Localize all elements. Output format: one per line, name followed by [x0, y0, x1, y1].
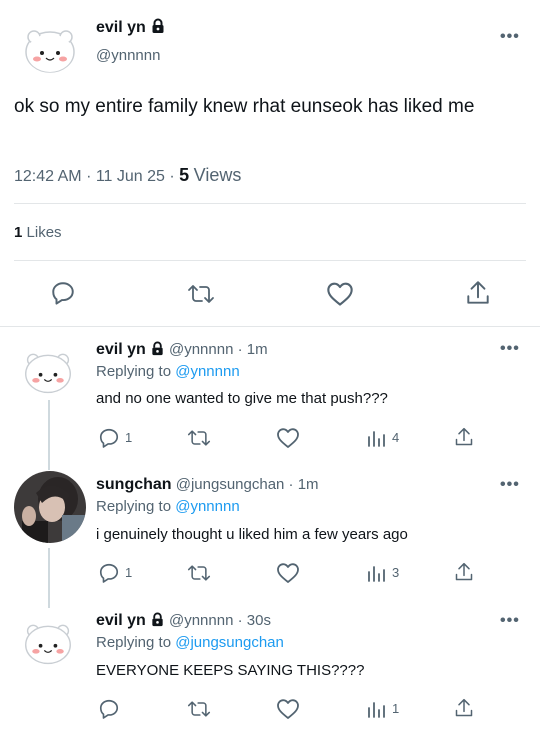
cat-avatar-icon [25, 30, 75, 73]
main-author-handle[interactable]: @ynnnnn [96, 47, 160, 64]
more-icon[interactable]: ••• [500, 476, 520, 494]
divider [14, 203, 526, 204]
like-icon[interactable] [276, 698, 300, 720]
replying-to-label: Replying to [96, 363, 172, 380]
likes-label: Likes [26, 224, 62, 241]
replying-to: Replying to @ynnnnn [96, 498, 240, 515]
thread-line [48, 548, 50, 608]
reply-count: 1 [125, 430, 133, 445]
replying-to-label: Replying to [96, 634, 172, 651]
reply-header: evil yn @ynnnnn · 30s [96, 612, 271, 631]
reply-text: EVERYONE KEEPS SAYING THIS???? [96, 662, 365, 679]
share-icon[interactable] [454, 697, 474, 719]
likes-count: 1 [14, 224, 23, 241]
cat-avatar-icon [25, 353, 71, 394]
reply-count: 1 [125, 565, 133, 580]
main-author-name[interactable]: evil yn [96, 19, 146, 36]
reply-author-handle[interactable]: @jungsungchan [176, 476, 285, 493]
reply-author-handle[interactable]: @ynnnnn [169, 341, 233, 358]
likes-stat[interactable]: 1 Likes [14, 224, 62, 241]
more-icon[interactable]: ••• [500, 340, 520, 358]
reply-time[interactable]: 1m [247, 341, 268, 358]
thread-line [48, 400, 50, 470]
more-icon[interactable]: ••• [500, 612, 520, 630]
lock-icon [150, 612, 165, 631]
tweet-date[interactable]: 11 Jun 25 [96, 168, 165, 185]
replying-to-label: Replying to [96, 498, 172, 515]
share-icon[interactable] [454, 561, 474, 583]
more-icon[interactable]: ••• [500, 28, 520, 46]
views-count: 1 [392, 701, 400, 716]
separator: · [86, 168, 92, 185]
retweet-icon[interactable] [187, 281, 215, 307]
main-tweet-avatar[interactable] [22, 22, 78, 78]
separator: · [237, 341, 243, 358]
reply-author-name[interactable]: sungchan [96, 476, 172, 493]
separator: · [237, 612, 243, 629]
reply-author-name[interactable]: evil yn [96, 612, 146, 629]
reply-avatar[interactable] [22, 617, 74, 669]
reply-avatar[interactable] [14, 471, 86, 543]
views-count: 4 [392, 430, 400, 445]
tweet-metadata: 12:42 AM · 11 Jun 25 · 5 Views [14, 165, 241, 186]
reply-author-handle[interactable]: @ynnnnn [169, 612, 233, 629]
profile-photo [14, 471, 86, 543]
retweet-icon[interactable] [187, 698, 211, 720]
share-icon[interactable] [465, 279, 491, 307]
reply-text: and no one wanted to give me that push??… [96, 390, 388, 407]
reply-icon[interactable] [98, 427, 120, 449]
replying-to-link[interactable]: @jungsungchan [175, 634, 284, 651]
replying-to: Replying to @jungsungchan [96, 634, 284, 651]
separator: · [169, 168, 175, 185]
reply-text: i genuinely thought u liked him a few ye… [96, 526, 408, 543]
like-icon[interactable] [326, 281, 354, 307]
reply-icon[interactable] [50, 280, 76, 306]
views-label: Views [193, 165, 242, 185]
reply-header: evil yn @ynnnnn · 1m [96, 341, 268, 360]
main-tweet-text: ok so my entire family knew rhat eunseok… [14, 96, 475, 117]
replying-to-link[interactable]: @ynnnnn [175, 363, 239, 380]
views-icon[interactable] [366, 563, 386, 583]
views-count: 5 [179, 165, 190, 185]
lock-icon [150, 18, 166, 39]
reply-icon[interactable] [98, 698, 120, 720]
divider [14, 260, 526, 261]
reply-time[interactable]: 1m [298, 476, 319, 493]
views-icon[interactable] [366, 428, 386, 448]
reply-avatar[interactable] [22, 346, 74, 398]
share-icon[interactable] [454, 426, 474, 448]
replying-to: Replying to @ynnnnn [96, 363, 240, 380]
reply-icon[interactable] [98, 562, 120, 584]
replying-to-link[interactable]: @ynnnnn [175, 498, 239, 515]
cat-avatar-icon [25, 624, 71, 665]
retweet-icon[interactable] [187, 427, 211, 449]
tweet-time[interactable]: 12:42 AM [14, 168, 82, 185]
reply-header: sungchan @jungsungchan · 1m [96, 476, 319, 494]
reply-time[interactable]: 30s [247, 612, 271, 629]
like-icon[interactable] [276, 562, 300, 584]
divider [0, 326, 540, 327]
views-icon[interactable] [366, 699, 386, 719]
reply-author-name[interactable]: evil yn [96, 341, 146, 358]
like-icon[interactable] [276, 427, 300, 449]
main-author-name-row[interactable]: evil yn [96, 18, 166, 39]
lock-icon [150, 341, 165, 360]
separator: · [288, 476, 294, 493]
views-count: 3 [392, 565, 400, 580]
retweet-icon[interactable] [187, 562, 211, 584]
